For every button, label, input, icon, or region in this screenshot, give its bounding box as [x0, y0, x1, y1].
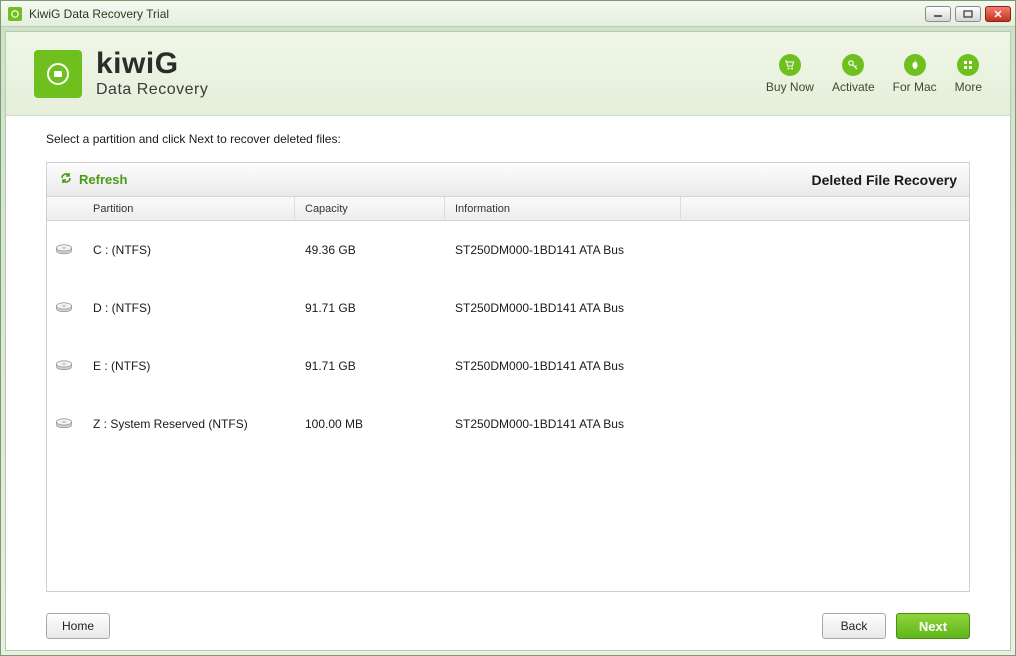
header-band: kiwiG Data Recovery Buy Now Activate — [6, 32, 1010, 116]
col-partition[interactable]: Partition — [83, 197, 295, 220]
table-body: C : (NTFS)49.36 GBST250DM000-1BD141 ATA … — [47, 221, 969, 591]
partition-label: Z : System Reserved (NTFS) — [83, 417, 295, 431]
brand-logo-icon — [34, 50, 82, 98]
partition-info: ST250DM000-1BD141 ATA Bus — [445, 417, 969, 431]
maximize-button[interactable] — [955, 6, 981, 22]
footer-bar: Home Back Next — [6, 602, 1010, 650]
drive-icon — [47, 299, 83, 317]
refresh-button[interactable]: Refresh — [59, 171, 127, 188]
buy-now-button[interactable]: Buy Now — [766, 54, 814, 94]
partition-panel: Refresh Deleted File Recovery Partition … — [46, 162, 970, 592]
refresh-label: Refresh — [79, 172, 127, 187]
key-icon — [842, 54, 864, 76]
partition-info: ST250DM000-1BD141 ATA Bus — [445, 301, 969, 315]
activate-button[interactable]: Activate — [832, 54, 875, 94]
app-frame: kiwiG Data Recovery Buy Now Activate — [5, 31, 1011, 651]
col-information[interactable]: Information — [445, 197, 681, 220]
partition-info: ST250DM000-1BD141 ATA Bus — [445, 243, 969, 257]
partition-capacity: 100.00 MB — [295, 417, 445, 431]
title-bar: KiwiG Data Recovery Trial — [1, 1, 1015, 27]
instruction-text: Select a partition and click Next to rec… — [46, 132, 970, 146]
refresh-icon — [59, 171, 73, 188]
brand-subtitle: Data Recovery — [96, 81, 208, 99]
drive-icon — [47, 357, 83, 375]
apple-icon — [904, 54, 926, 76]
app-window: KiwiG Data Recovery Trial — [0, 0, 1016, 656]
drive-icon — [47, 415, 83, 433]
window-title: KiwiG Data Recovery Trial — [29, 7, 925, 21]
table-row[interactable]: Z : System Reserved (NTFS)100.00 MBST250… — [47, 395, 969, 453]
partition-label: D : (NTFS) — [83, 301, 295, 315]
brand-name: kiwiG — [96, 49, 208, 79]
minimize-button[interactable] — [925, 6, 951, 22]
window-controls — [925, 6, 1011, 22]
brand-text: kiwiG Data Recovery — [96, 49, 208, 99]
activate-label: Activate — [832, 80, 875, 94]
more-label: More — [955, 80, 982, 94]
home-button[interactable]: Home — [46, 613, 110, 639]
close-button[interactable] — [985, 6, 1011, 22]
table-header: Partition Capacity Information — [47, 197, 969, 221]
next-button[interactable]: Next — [896, 613, 970, 639]
buy-now-label: Buy Now — [766, 80, 814, 94]
panel-title: Deleted File Recovery — [811, 172, 957, 188]
drive-icon — [47, 241, 83, 259]
more-button[interactable]: More — [955, 54, 982, 94]
partition-capacity: 91.71 GB — [295, 301, 445, 315]
grid-icon — [957, 54, 979, 76]
partition-label: E : (NTFS) — [83, 359, 295, 373]
content-area: Select a partition and click Next to rec… — [6, 116, 1010, 602]
cart-icon — [779, 54, 801, 76]
table-row[interactable]: E : (NTFS)91.71 GBST250DM000-1BD141 ATA … — [47, 337, 969, 395]
partition-info: ST250DM000-1BD141 ATA Bus — [445, 359, 969, 373]
table-row[interactable]: D : (NTFS)91.71 GBST250DM000-1BD141 ATA … — [47, 279, 969, 337]
for-mac-label: For Mac — [893, 80, 937, 94]
back-button[interactable]: Back — [822, 613, 886, 639]
table-row[interactable]: C : (NTFS)49.36 GBST250DM000-1BD141 ATA … — [47, 221, 969, 279]
app-icon — [7, 6, 23, 22]
header-actions: Buy Now Activate For Mac — [766, 54, 982, 94]
panel-toolbar: Refresh Deleted File Recovery — [47, 163, 969, 197]
for-mac-button[interactable]: For Mac — [893, 54, 937, 94]
partition-capacity: 49.36 GB — [295, 243, 445, 257]
col-capacity[interactable]: Capacity — [295, 197, 445, 220]
brand: kiwiG Data Recovery — [34, 49, 208, 99]
partition-label: C : (NTFS) — [83, 243, 295, 257]
partition-capacity: 91.71 GB — [295, 359, 445, 373]
